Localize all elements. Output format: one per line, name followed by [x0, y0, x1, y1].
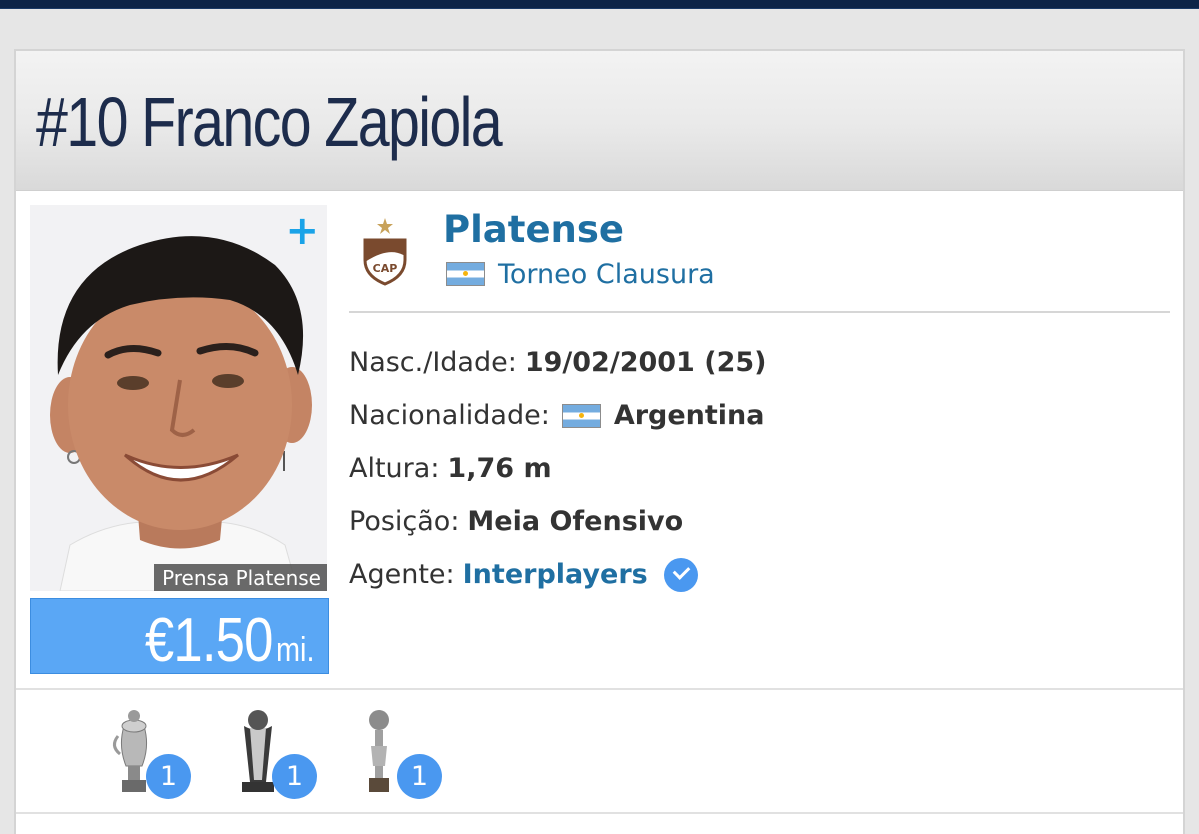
player-first-name: Franco [141, 83, 311, 161]
detail-label: Nasc./Idade: [349, 347, 517, 378]
photo-credit: Prensa Platense [154, 564, 327, 591]
club-crest-text: CAP [373, 262, 398, 275]
argentina-flag-icon [561, 403, 601, 428]
detail-birth-age: Nasc./Idade: 19/02/2001 (25) [349, 336, 767, 389]
trophy-item[interactable]: 1 [351, 706, 442, 801]
trophy-count-badge: 1 [272, 754, 317, 799]
market-value-amount: €1.50 [144, 606, 273, 675]
player-portrait-image [30, 205, 327, 591]
trophy-count-badge: 1 [146, 754, 191, 799]
agent-link[interactable]: Interplayers [463, 559, 648, 590]
player-title: #10 Franco Zapiola [36, 77, 503, 167]
detail-label: Altura: [349, 453, 440, 484]
league-name-link[interactable]: Torneo Clausura [498, 259, 715, 290]
detail-value: 19/02/2001 (25) [524, 347, 767, 378]
top-navigation-bar [0, 0, 1199, 9]
market-value-unit: mi. [275, 631, 314, 669]
market-value: €1.50mi. [144, 605, 314, 676]
detail-value: Meia Ofensivo [467, 506, 684, 537]
detail-height: Altura: 1,76 m [349, 442, 767, 495]
detail-label: Agente: [349, 559, 455, 590]
detail-value: 1,76 m [447, 453, 552, 484]
verified-check-icon [663, 557, 698, 592]
divider [349, 311, 1170, 313]
argentina-flag-icon [446, 262, 485, 286]
divider [16, 688, 1183, 690]
detail-label: Posição: [349, 506, 460, 537]
profile-header: #10 Franco Zapiola [16, 51, 1183, 191]
plus-icon[interactable]: + [285, 207, 319, 255]
player-photo[interactable]: + Prensa Platense [30, 205, 327, 591]
player-details: Nasc./Idade: 19/02/2001 (25) Nacionalida… [349, 336, 767, 601]
detail-position: Posição: Meia Ofensivo [349, 495, 767, 548]
shirt-number: #10 [36, 83, 128, 161]
trophy-item[interactable]: 1 [104, 706, 194, 801]
detail-nationality: Nacionalidade: Argentina [349, 389, 767, 442]
club-crest-icon[interactable]: CAP [359, 216, 411, 286]
league-row[interactable]: Torneo Clausura [446, 257, 715, 291]
player-last-name: Zapiola [324, 83, 502, 161]
market-value-box[interactable]: €1.50mi. [30, 598, 329, 676]
detail-agent: Agente: Interplayers [349, 548, 767, 601]
club-name-link[interactable]: Platense [443, 205, 624, 255]
trophy-count-badge: 1 [397, 754, 442, 799]
detail-value: Argentina [613, 400, 765, 431]
trophy-item[interactable]: 1 [228, 706, 318, 801]
player-profile-card: #10 Franco Zapiola + Prensa Platense €1.… [14, 49, 1185, 834]
detail-label: Nacionalidade: [349, 400, 550, 431]
divider [16, 812, 1183, 814]
